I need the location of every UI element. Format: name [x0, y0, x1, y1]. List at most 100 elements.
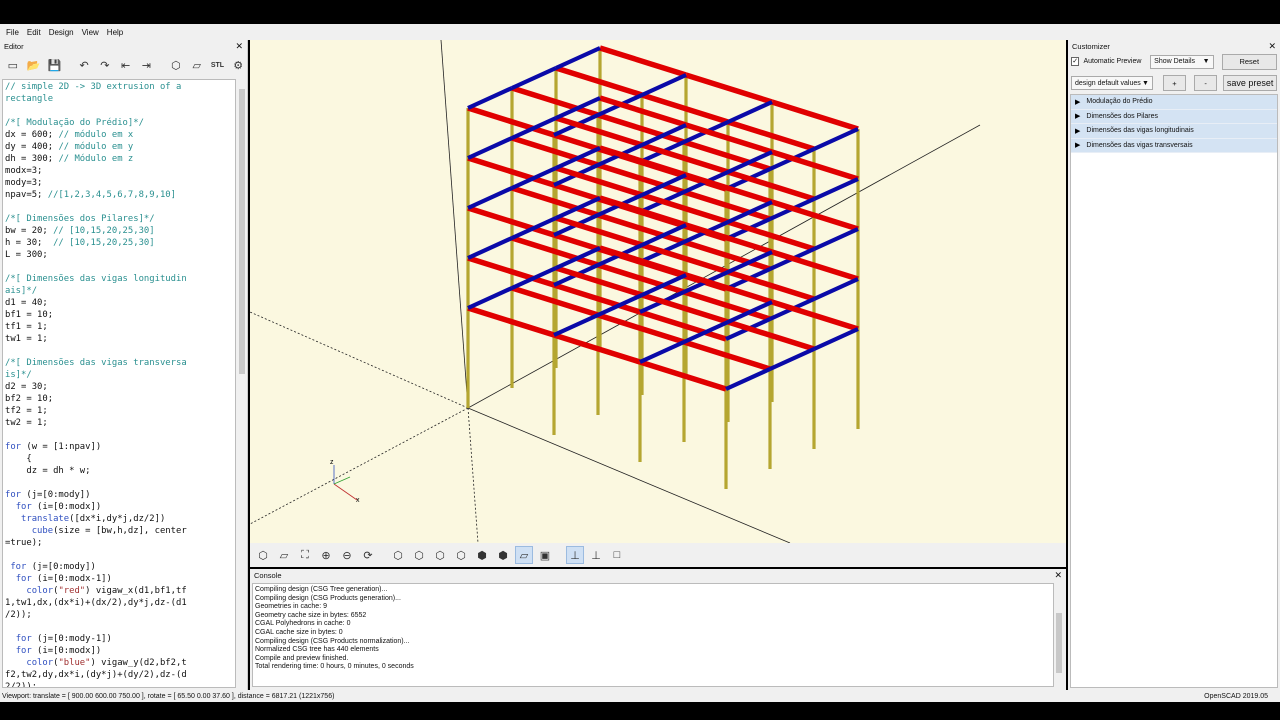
beam-y — [769, 347, 815, 371]
console-line: Compiling design (CSG Tree generation)..… — [255, 586, 388, 593]
preset-value: design default values — [1075, 79, 1141, 87]
status-bar: Viewport: translate = [ 900.00 600.00 75… — [0, 690, 1280, 702]
code-token: =true); — [5, 538, 43, 548]
reset-view-icon[interactable]: ⟳ — [359, 546, 377, 564]
code-line: tw1 = 1; — [5, 333, 235, 345]
code-token: modx=3; — [5, 166, 43, 176]
code-line: for (j=[0:mody]) — [5, 489, 235, 501]
code-line: L = 300; — [5, 249, 235, 261]
code-token: color — [26, 658, 54, 668]
code-line: /2)); — [5, 609, 235, 621]
group-vigas-longitudinais[interactable]: ▶ Dimensões das vigas longitudinais — [1071, 124, 1277, 139]
orthogonal-icon[interactable]: ▣ — [536, 546, 554, 564]
scrollbar-thumb[interactable] — [239, 89, 245, 374]
code-line: h = 30; // [10,15,20,25,30] — [5, 237, 235, 249]
chevron-down-icon: ▼ — [1141, 79, 1149, 87]
view-right-icon[interactable]: ⬡ — [389, 546, 407, 564]
scrollbar-thumb[interactable] — [1056, 613, 1062, 673]
code-line: /*[ Dimensões das vigas longitudin — [5, 273, 235, 285]
code-token: tf1 = 1; — [5, 322, 48, 332]
close-icon[interactable]: ✕ — [1054, 570, 1062, 581]
code-editor[interactable]: // simple 2D -> 3D extrusion of a rectang… — [2, 79, 236, 688]
console-line: Geometry cache size in bytes: 6552 — [255, 611, 367, 619]
close-icon[interactable]: ✕ — [235, 41, 243, 52]
code-line: =true); — [5, 537, 235, 549]
zoom-in-icon[interactable]: ⊕ — [317, 546, 335, 564]
view-bottom-icon[interactable]: ⬡ — [431, 546, 449, 564]
preview-icon[interactable]: ⬡ — [254, 546, 272, 564]
indent-icon[interactable]: ⇥ — [137, 56, 155, 74]
menu-design[interactable]: Design — [49, 28, 74, 37]
menu-file[interactable]: File — [6, 28, 19, 37]
code-token: color — [26, 586, 54, 596]
code-token: dz = dh * w; — [5, 466, 91, 476]
remove-preset-button[interactable]: - — [1194, 75, 1218, 91]
code-token: d1 = 40; — [5, 298, 48, 308]
save-file-icon[interactable]: 💾 — [46, 56, 64, 74]
undo-icon[interactable]: ↶ — [75, 56, 93, 74]
code-token: cube — [31, 526, 54, 536]
code-line: d2 = 30; — [5, 381, 235, 393]
3d-viewport[interactable]: z x — [250, 40, 1066, 543]
code-token: /*[ Dimensões das vigas transversa — [5, 358, 187, 368]
code-token: (j=[0:mody]) — [26, 562, 96, 572]
code-line: for (j=[0:mody]) — [5, 561, 235, 573]
console-scrollbar[interactable] — [1054, 583, 1064, 687]
preview-icon[interactable]: ⬡ — [167, 56, 185, 74]
preset-dropdown[interactable]: design default values ▼ — [1071, 76, 1153, 90]
view-back-icon[interactable]: ⬢ — [494, 546, 512, 564]
group-vigas-transversais[interactable]: ▶ Dimensões das vigas transversais — [1071, 138, 1277, 153]
close-icon[interactable]: ✕ — [1268, 41, 1276, 52]
show-details-dropdown[interactable]: Show Details ▼ — [1150, 54, 1214, 69]
editor-scrollbar[interactable] — [237, 79, 247, 688]
reset-button[interactable]: Reset — [1221, 53, 1278, 70]
zoom-out-icon[interactable]: ⊖ — [338, 546, 356, 564]
perspective-icon[interactable]: ▱ — [515, 546, 533, 564]
editor-panel: Editor ✕ ▭ 📂 💾 ↶ ↷ ⇤ ⇥ ⬡ ▱ STL ⚙ // simp… — [0, 40, 248, 690]
group-pilares[interactable]: ▶ Dimensões dos Pilares — [1071, 109, 1277, 124]
show-edges-icon[interactable]: □ — [608, 546, 626, 564]
unindent-icon[interactable]: ⇤ — [117, 56, 135, 74]
show-scale-icon[interactable]: ⊥ — [587, 546, 605, 564]
view-all-icon[interactable]: ⛶ — [296, 546, 314, 564]
code-token: for — [15, 634, 32, 644]
add-preset-button[interactable]: + — [1162, 75, 1187, 91]
view-top-icon[interactable]: ⬡ — [410, 546, 428, 564]
code-token: // Módulo em z — [58, 154, 134, 164]
customizer-panel: Customizer ✕ ✓ Automatic Preview Show De… — [1068, 40, 1280, 690]
code-line: cube(size = [bw,h,dz], center — [5, 525, 235, 537]
code-token: ) vigaw_x(d1,bf1,tf — [85, 586, 187, 596]
send-to-print-icon[interactable]: ⚙ — [229, 56, 247, 74]
view-left-icon[interactable]: ⬡ — [452, 546, 470, 564]
code-token: d2 = 30; — [5, 382, 48, 392]
render-icon[interactable]: ▱ — [275, 546, 293, 564]
automatic-preview-checkbox[interactable]: ✓ — [1071, 57, 1080, 66]
view-front-icon[interactable]: ⬢ — [473, 546, 491, 564]
code-line: /*[ Dimensões dos Pilares]*/ — [5, 213, 235, 225]
beam-y — [813, 327, 859, 351]
group-modulacao[interactable]: ▶ Modulação do Prédio — [1071, 95, 1277, 110]
beam-y — [641, 73, 687, 97]
menu-help[interactable]: Help — [107, 28, 123, 37]
show-axes-icon[interactable]: ⊥ — [566, 546, 584, 564]
export-stl-icon[interactable]: STL — [209, 56, 227, 74]
save-preset-button[interactable]: save preset — [1223, 75, 1278, 91]
code-token: // módulo em y — [58, 142, 134, 152]
code-token: tw2 = 1; — [5, 418, 48, 428]
open-file-icon[interactable]: 📂 — [25, 56, 43, 74]
app-version: OpenSCAD 2019.05 — [1204, 692, 1268, 700]
menu-view[interactable]: View — [82, 28, 99, 37]
render-icon[interactable]: ▱ — [188, 56, 206, 74]
editor-title-bar: Editor ✕ — [0, 40, 247, 53]
new-file-icon[interactable]: ▭ — [4, 56, 22, 74]
redo-icon[interactable]: ↷ — [96, 56, 114, 74]
chevron-down-icon: ▼ — [1202, 58, 1210, 65]
code-token: h = 30; — [5, 238, 54, 248]
editor-title: Editor — [4, 42, 24, 51]
code-line: for (w = [1:npav]) — [5, 441, 235, 453]
beam-y — [467, 186, 513, 210]
menu-edit[interactable]: Edit — [27, 28, 41, 37]
console-line: Compiling design (CSG Products generatio… — [255, 594, 401, 602]
